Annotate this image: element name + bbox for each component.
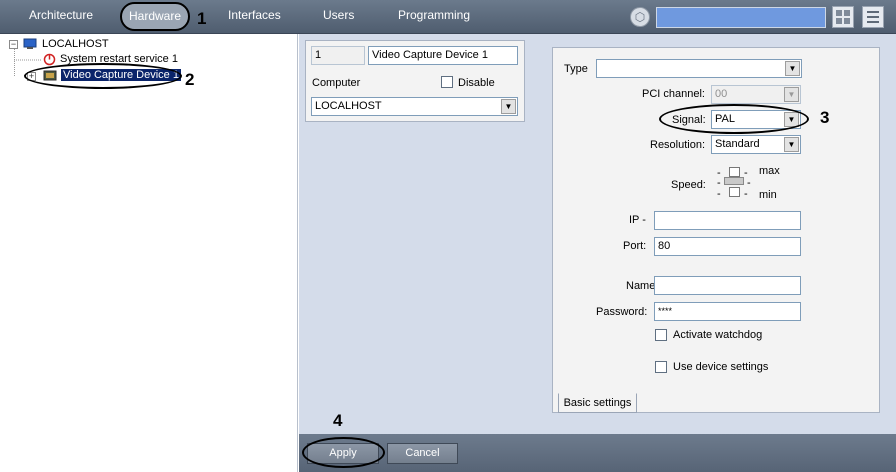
name-field[interactable] — [654, 276, 801, 295]
computer-select[interactable]: LOCALHOST ▼ — [311, 97, 518, 116]
chevron-down-icon[interactable]: ▼ — [784, 137, 799, 152]
resolution-label: Resolution: — [650, 139, 706, 151]
ip-label: IP - — [629, 214, 646, 226]
apply-button[interactable]: Apply — [307, 443, 379, 464]
type-select[interactable]: ▼ — [596, 59, 802, 78]
speed-label: Speed: — [671, 179, 706, 191]
chevron-down-icon: ▼ — [784, 87, 799, 102]
tree-item-video-capture-device[interactable]: Video Capture Device 1 — [61, 69, 181, 81]
use-device-settings-label: Use device settings — [673, 361, 769, 373]
pci-channel-label: PCI channel: — [642, 88, 705, 100]
slider-thumb[interactable] — [724, 177, 744, 185]
tab-interfaces[interactable]: Interfaces — [228, 8, 281, 22]
cancel-button[interactable]: Cancel — [387, 443, 458, 464]
ip-field[interactable] — [654, 211, 801, 230]
disable-label: Disable — [458, 77, 495, 89]
step-number-3: 3 — [820, 108, 830, 127]
hardware-tree: − LOCALHOST System restart service 1 + V… — [0, 34, 298, 472]
signal-select[interactable]: PAL ▼ — [711, 110, 801, 129]
tree-expander-device[interactable]: + — [27, 72, 36, 81]
hexagon-icon[interactable]: ⬡ — [630, 7, 650, 27]
device-id-field[interactable]: 1 — [311, 46, 365, 65]
tree-item-system-restart-service[interactable]: System restart service 1 — [60, 53, 178, 65]
signal-select-value: PAL — [715, 113, 735, 125]
basic-settings-panel: Type ▼ PCI channel: 00 ▼ Signal: PAL ▼ R… — [552, 47, 880, 413]
activate-watchdog-checkbox[interactable] — [655, 329, 667, 341]
speed-max-label: max — [759, 165, 780, 177]
port-field[interactable]: 80 — [654, 237, 801, 256]
tab-architecture[interactable]: Architecture — [29, 8, 93, 22]
tree-item-localhost[interactable]: LOCALHOST — [42, 38, 109, 50]
signal-label: Signal: — [672, 114, 706, 126]
type-label: Type — [564, 63, 588, 75]
device-info-box: 1 Video Capture Device 1 Computer Disabl… — [305, 40, 525, 122]
step-number-1: 1 — [197, 9, 207, 28]
computer-label: Computer — [312, 77, 361, 89]
device-name-field[interactable]: Video Capture Device 1 — [368, 46, 518, 65]
activate-watchdog-label: Activate watchdog — [673, 329, 763, 341]
tree-expander-root[interactable]: − — [9, 40, 18, 49]
computer-select-value: LOCALHOST — [315, 100, 382, 112]
grid-icon[interactable] — [832, 6, 854, 28]
disable-checkbox[interactable] — [441, 76, 453, 88]
use-device-settings-checkbox[interactable] — [655, 361, 667, 373]
speed-min-label: min — [759, 189, 777, 201]
step-number-2: 2 — [185, 70, 195, 89]
resolution-select[interactable]: Standard ▼ — [711, 135, 801, 154]
tab-basic-settings[interactable]: Basic settings — [558, 393, 637, 413]
chevron-down-icon[interactable]: ▼ — [501, 99, 516, 114]
power-icon — [43, 53, 56, 66]
step-number-4: 4 — [333, 411, 343, 430]
password-field[interactable]: **** — [654, 302, 801, 321]
search-input[interactable] — [656, 7, 826, 28]
pci-channel-value: 00 — [715, 88, 728, 100]
tab-users[interactable]: Users — [323, 8, 354, 22]
password-label: Password: — [596, 306, 648, 318]
capture-card-icon — [43, 70, 57, 81]
port-label: Port: — [623, 240, 647, 252]
chevron-down-icon[interactable]: ▼ — [785, 61, 800, 76]
chevron-down-icon[interactable]: ▼ — [784, 112, 799, 127]
top-navigation-bar: Architecture Hardware Interfaces Users P… — [0, 0, 896, 34]
tab-programming[interactable]: Programming — [398, 8, 470, 22]
menu-icon[interactable] — [862, 6, 884, 28]
tab-hardware[interactable]: Hardware — [120, 2, 190, 31]
resolution-select-value: Standard — [715, 138, 760, 150]
pci-channel-select: 00 ▼ — [711, 85, 801, 104]
